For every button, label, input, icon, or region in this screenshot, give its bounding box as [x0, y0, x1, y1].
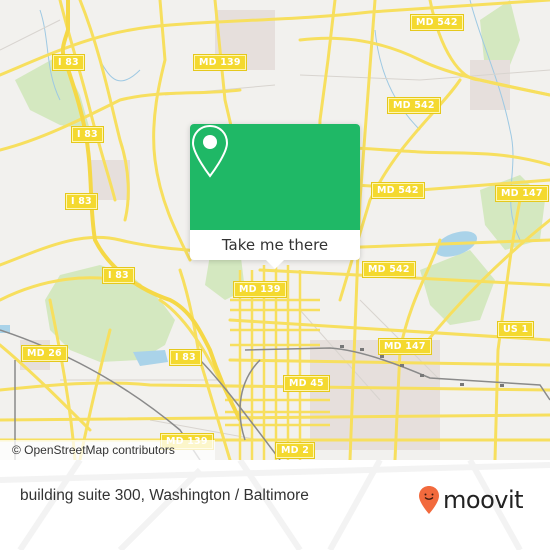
moovit-logo[interactable]: moovit — [418, 482, 524, 518]
popup-pointer — [266, 260, 284, 269]
road-shield-md542: MD 542 — [371, 182, 425, 199]
road-shield-md139: MD 139 — [233, 281, 287, 298]
footer: building suite 300, Washington / Baltimo… — [0, 460, 550, 550]
road-shield-md139: MD 139 — [193, 54, 247, 71]
road-shield-i83: I 83 — [52, 54, 85, 71]
road-shield-i83: I 83 — [169, 349, 202, 366]
road-shield-us1: US 1 — [496, 321, 535, 338]
location-pin-icon — [191, 124, 229, 178]
road-shield-md147: MD 147 — [378, 338, 432, 355]
road-shield-md542: MD 542 — [362, 261, 416, 278]
map-attribution[interactable]: © OpenStreetMap contributors — [0, 440, 215, 460]
road-shield-md26: MD 26 — [21, 345, 68, 362]
place-title: building suite 300, Washington / Baltimo… — [20, 487, 309, 504]
moovit-wordmark: moovit — [443, 486, 524, 514]
moovit-pin-icon — [419, 486, 439, 514]
take-me-there-button[interactable]: Take me there — [190, 230, 360, 260]
map[interactable]: I 83 MD 139 MD 542 I 83 MD 542 I 83 MD 5… — [0, 0, 550, 460]
destination-popup: Take me there — [190, 124, 360, 269]
popup-header — [190, 124, 360, 230]
road-shield-md542: MD 542 — [410, 14, 464, 31]
road-shield-md542: MD 542 — [387, 97, 441, 114]
road-shield-i83: I 83 — [102, 267, 135, 284]
road-shield-md2: MD 2 — [274, 442, 316, 459]
road-shield-md147: MD 147 — [495, 185, 549, 202]
road-shield-i83: I 83 — [71, 126, 104, 143]
reservoir — [133, 350, 168, 366]
road-shield-md45: MD 45 — [283, 375, 330, 392]
road-shield-i83: I 83 — [65, 193, 98, 210]
